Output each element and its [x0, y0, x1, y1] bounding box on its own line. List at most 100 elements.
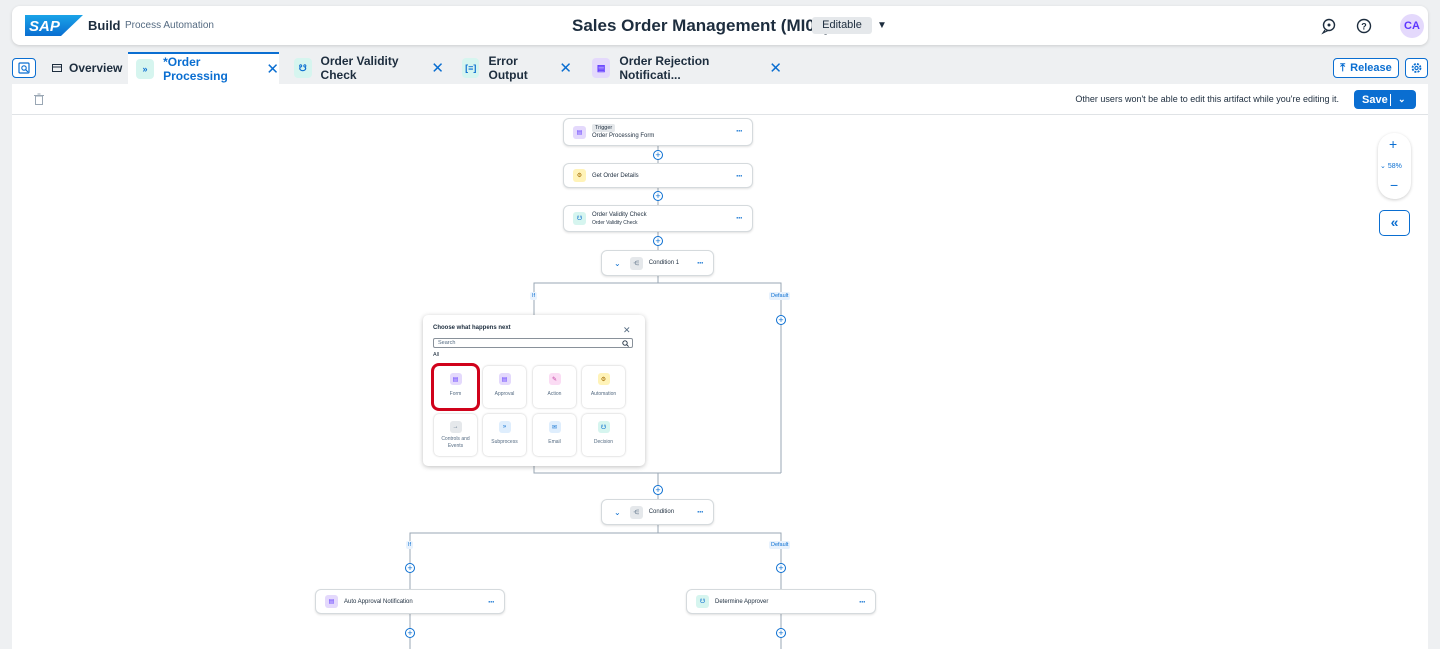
chevron-down-icon[interactable]: ⌄	[1398, 94, 1406, 105]
chevron-down-icon[interactable]: ⌄	[614, 259, 621, 268]
automation-node[interactable]: ⚙ Get Order Details ···	[563, 163, 753, 188]
output-icon: [≡]	[462, 58, 480, 78]
decision-icon: ☋	[696, 595, 709, 608]
more-icon[interactable]: ···	[859, 598, 866, 607]
if-branch-label: If	[530, 292, 538, 300]
trigger-badge: Trigger	[592, 124, 616, 132]
page-title: Sales Order Management (MI03)	[572, 16, 830, 35]
add-step-button[interactable]: +	[653, 191, 663, 201]
tab-label: Order Rejection Notificati...	[619, 54, 710, 82]
more-icon[interactable]: ···	[697, 508, 704, 517]
option-controls-and-events[interactable]: → Controls and Events	[434, 414, 477, 456]
divider	[1390, 93, 1391, 106]
action-icon: ✎	[548, 373, 561, 385]
search-document-icon	[18, 62, 30, 74]
decision-node[interactable]: ☋ Order Validity Check Order Validity Ch…	[563, 205, 753, 232]
tab-label: Error Output	[488, 54, 528, 82]
condition-node[interactable]: ⌄ ⋲ Condition ···	[601, 499, 714, 525]
collapse-panel-button[interactable]: «	[1379, 210, 1410, 236]
close-icon[interactable]: ✕	[431, 59, 444, 77]
connector-lines	[409, 146, 782, 649]
form-icon: ▤	[573, 125, 586, 139]
branch-icon: ⋲	[629, 256, 643, 270]
search-placeholder: Search	[438, 340, 456, 346]
add-step-button[interactable]: +	[653, 236, 663, 246]
tab-order-rejection-notification[interactable]: ▤ Order Rejection Notificati... ✕	[592, 52, 782, 84]
option-label: Automation	[590, 391, 617, 397]
svg-text:SAP: SAP	[29, 18, 61, 35]
close-icon[interactable]: ✕	[266, 60, 279, 78]
process-icon: »	[136, 59, 155, 79]
node-label: Condition 1	[648, 260, 680, 266]
section-label: All	[433, 352, 440, 358]
node-label: Determine Approver	[715, 598, 769, 605]
artifact-search-button[interactable]	[12, 58, 36, 78]
trigger-node[interactable]: ▤ Trigger Order Processing Form ···	[563, 118, 753, 146]
tab-bar: Overview » *Order Processing ✕ ☋ Order V…	[0, 52, 1440, 84]
option-label: Approval	[494, 391, 515, 397]
joule-assistant-icon[interactable]	[1320, 17, 1338, 35]
option-label: Decision	[593, 439, 614, 445]
approval-node[interactable]: ▤ Auto Approval Notification ···	[315, 589, 505, 614]
zoom-level[interactable]: ⌄ 58%	[1380, 162, 1402, 170]
close-icon[interactable]: ✕	[623, 325, 631, 336]
node-label: Condition	[648, 509, 675, 515]
more-icon[interactable]: ···	[736, 172, 743, 181]
search-input[interactable]: Search	[433, 338, 633, 348]
settings-button[interactable]	[1405, 58, 1428, 78]
close-icon[interactable]: ✕	[769, 59, 782, 77]
add-step-button[interactable]: +	[653, 150, 663, 160]
more-icon[interactable]: ···	[488, 598, 495, 607]
default-branch-label: Default	[769, 292, 791, 300]
tab-overview[interactable]: Overview	[52, 52, 128, 84]
condition-node[interactable]: ⌄ ⋲ Condition 1 ···	[601, 250, 714, 276]
add-step-button[interactable]: +	[776, 563, 786, 573]
user-avatar[interactable]: CA	[1400, 14, 1424, 38]
form-icon: ▤	[449, 373, 462, 385]
option-label: Email	[548, 439, 561, 445]
node-label: Auto Approval Notification	[344, 598, 413, 605]
decision-node[interactable]: ☋ Determine Approver ···	[686, 589, 876, 614]
option-action[interactable]: ✎ Action	[533, 366, 576, 408]
release-button[interactable]: ⤒ Release	[1333, 58, 1399, 78]
zoom-out-icon[interactable]: −	[1390, 177, 1398, 193]
option-subprocess[interactable]: » Subprocess	[483, 414, 526, 456]
add-step-button[interactable]: +	[653, 485, 663, 495]
close-icon[interactable]: ✕	[559, 59, 572, 77]
add-step-button[interactable]: +	[776, 628, 786, 638]
tab-error-output[interactable]: [≡] Error Output ✕	[462, 52, 572, 84]
default-branch-label: Default	[769, 541, 791, 549]
tab-order-validity-check[interactable]: ☋ Order Validity Check ✕	[294, 52, 444, 84]
option-approval[interactable]: ▤ Approval	[483, 366, 526, 408]
approval-icon: ▤	[498, 373, 511, 385]
add-step-button[interactable]: +	[405, 563, 415, 573]
title-dropdown-icon[interactable]: ▼	[877, 20, 887, 31]
more-icon[interactable]: ···	[736, 214, 743, 223]
option-automation[interactable]: ⚙ Automation	[582, 366, 625, 408]
popover-title: Choose what happens next	[433, 325, 511, 331]
help-icon[interactable]: ?	[1355, 17, 1373, 35]
option-email[interactable]: ✉ Email	[533, 414, 576, 456]
folder-icon	[52, 64, 62, 72]
editor-toolbar: Other users won't be able to edit this a…	[12, 84, 1428, 115]
option-decision[interactable]: ☋ Decision	[582, 414, 625, 456]
more-icon[interactable]: ···	[697, 259, 704, 268]
chevron-down-icon[interactable]: ⌄	[614, 508, 621, 517]
delete-icon[interactable]	[34, 93, 44, 105]
sap-logo[interactable]: SAP	[25, 15, 83, 36]
process-canvas[interactable]: ▤ Trigger Order Processing Form ··· + ⚙ …	[12, 115, 1428, 649]
if-branch-label: If	[406, 541, 414, 549]
zoom-control: + ⌄ 58% −	[1378, 133, 1411, 199]
zoom-in-icon[interactable]: +	[1389, 136, 1397, 152]
tab-order-processing[interactable]: » *Order Processing ✕	[128, 52, 279, 84]
add-step-button[interactable]: +	[405, 628, 415, 638]
status-badge: Editable	[812, 17, 872, 34]
node-sublabel: Order Validity Check	[592, 219, 638, 226]
option-form[interactable]: ▤ Form	[434, 366, 477, 408]
option-label: Form	[449, 391, 462, 397]
add-step-button[interactable]: +	[776, 315, 786, 325]
save-button[interactable]: Save ⌄	[1354, 90, 1416, 109]
shell-bar: SAP Build Process Automation Sales Order…	[12, 6, 1428, 45]
more-icon[interactable]: ···	[736, 127, 743, 136]
node-label: Get Order Details	[592, 172, 639, 179]
